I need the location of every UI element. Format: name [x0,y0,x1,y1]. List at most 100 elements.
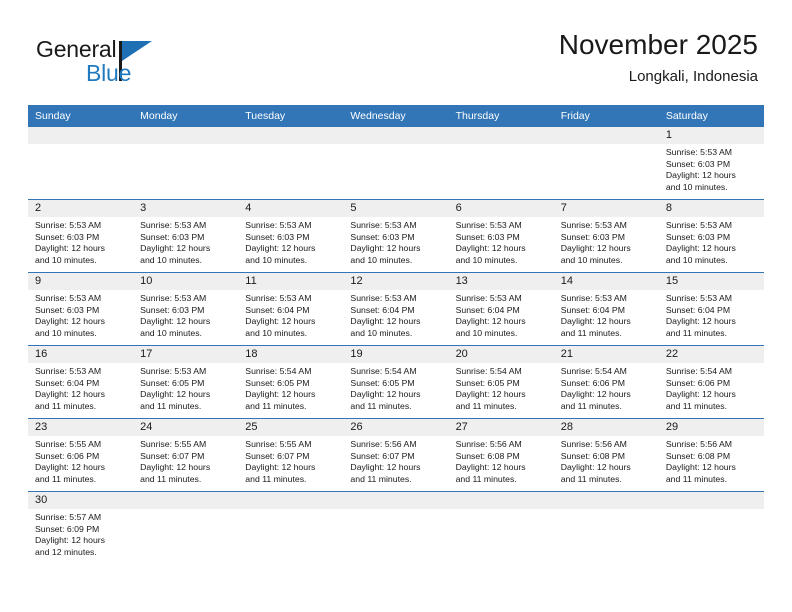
day-detail-daylight1: Daylight: 12 hours [560,316,631,327]
general-blue-logo: General Blue [36,36,166,90]
calendar-day-cell[interactable]: 18 Sunrise: 5:54 AM Sunset: 6:05 PM Dayligh… [238,345,344,419]
calendar-day-cell[interactable]: 22 Sunrise: 5:54 AM Sunset: 6:06 PM Dayligh… [658,345,764,419]
day-number [448,127,554,144]
calendar-day-cell[interactable]: 4 Sunrise: 5:53 AM Sunset: 6:03 PM Daylight… [238,199,344,273]
day-cell-inner [553,127,659,199]
calendar-day-cell[interactable]: 14 Sunrise: 5:53 AM Sunset: 6:04 PM Dayligh… [553,272,659,346]
day-detail-sunset: Sunset: 6:03 PM [140,231,205,242]
day-detail-sunrise: Sunrise: 5:53 AM [140,220,207,230]
day-detail-daylight2: and 11 minutes. [560,473,622,484]
day-number [133,492,239,509]
day-detail-daylight2: and 11 minutes. [665,400,728,411]
day-number [28,127,134,144]
day-detail-sunrise: Sunrise: 5:54 AM [245,366,312,376]
calendar-day-cell[interactable]: 11 Sunrise: 5:53 AM Sunset: 6:04 PM Dayligh… [238,272,344,346]
day-detail-sunrise: Sunrise: 5:53 AM [35,366,102,376]
day-details: Sunrise: 5:53 AM Sunset: 6:03 PM Daylight:… [238,217,343,266]
calendar-day-cell[interactable]: 28 Sunrise: 5:56 AM Sunset: 6:08 PM Dayligh… [553,418,659,492]
day-detail-daylight1: Daylight: 12 hours [455,316,526,327]
day-number: 18 [238,346,344,363]
day-detail-sunrise: Sunrise: 5:53 AM [665,220,733,230]
day-detail-daylight2: and 10 minutes. [665,181,728,192]
day-number: 2 [28,200,134,217]
calendar-day-cell[interactable]: 19 Sunrise: 5:54 AM Sunset: 6:05 PM Dayligh… [343,345,449,419]
calendar-day-cell[interactable]: 20 Sunrise: 5:54 AM Sunset: 6:05 PM Dayligh… [448,345,554,419]
day-number: 20 [448,346,554,363]
day-detail-sunset: Sunset: 6:05 PM [245,377,310,388]
calendar-day-cell[interactable]: 6 Sunrise: 5:53 AM Sunset: 6:03 PM Daylight… [448,199,554,273]
day-detail-sunset: Sunset: 6:04 PM [560,304,625,315]
day-number: 27 [448,419,554,436]
day-details: Sunrise: 5:53 AM Sunset: 6:03 PM Daylight:… [659,144,764,193]
day-detail-sunrise: Sunrise: 5:53 AM [455,220,522,230]
day-detail-daylight2: and 11 minutes. [455,400,517,411]
day-detail-daylight1: Daylight: 12 hours [35,535,106,546]
day-detail-sunrise: Sunrise: 5:53 AM [35,293,102,303]
calendar-day-cell-empty [343,491,449,564]
calendar-day-cell[interactable]: 7 Sunrise: 5:53 AM Sunset: 6:03 PM Daylight… [553,199,659,273]
calendar-day-cell[interactable]: 23 Sunrise: 5:55 AM Sunset: 6:06 PM Dayligh… [28,418,134,492]
day-number: 11 [238,273,344,290]
weekday-header-friday: Friday [553,105,659,127]
day-detail-sunrise: Sunrise: 5:54 AM [560,366,627,376]
page-header: General Blue November 2025 Longkali, Ind… [0,0,792,104]
day-detail-daylight1: Daylight: 12 hours [35,389,106,400]
day-detail-daylight2: and 11 minutes. [665,473,728,484]
calendar-day-cell[interactable]: 10 Sunrise: 5:53 AM Sunset: 6:03 PM Dayligh… [133,272,239,346]
calendar-header-row: Sunday Monday Tuesday Wednesday Thursday… [28,105,764,127]
day-detail-daylight1: Daylight: 12 hours [350,462,421,473]
calendar-day-cell[interactable]: 26 Sunrise: 5:56 AM Sunset: 6:07 PM Dayligh… [343,418,449,492]
day-detail-daylight2: and 10 minutes. [665,254,728,265]
calendar-day-cell[interactable]: 12 Sunrise: 5:53 AM Sunset: 6:04 PM Dayligh… [343,272,449,346]
day-detail-daylight2: and 11 minutes. [665,327,728,338]
calendar-day-cell[interactable]: 21 Sunrise: 5:54 AM Sunset: 6:06 PM Dayligh… [553,345,659,419]
calendar-day-cell-empty [133,127,239,200]
calendar-day-cell[interactable]: 9 Sunrise: 5:53 AM Sunset: 6:03 PM Daylight… [28,272,134,346]
calendar-day-cell[interactable]: 8 Sunrise: 5:53 AM Sunset: 6:03 PM Daylight… [658,199,764,273]
calendar-day-cell[interactable]: 17 Sunrise: 5:53 AM Sunset: 6:05 PM Dayligh… [133,345,239,419]
day-number [448,492,554,509]
day-detail-sunset: Sunset: 6:07 PM [350,450,415,461]
day-detail-daylight1: Daylight: 12 hours [665,462,736,473]
calendar-week-row: 9 Sunrise: 5:53 AM Sunset: 6:03 PM Daylight… [28,272,764,346]
calendar-day-cell[interactable]: 15 Sunrise: 5:53 AM Sunset: 6:04 PM Dayligh… [658,272,764,346]
day-number: 5 [343,200,449,217]
calendar-day-cell[interactable]: 25 Sunrise: 5:55 AM Sunset: 6:07 PM Dayligh… [238,418,344,492]
calendar-day-cell[interactable]: 27 Sunrise: 5:56 AM Sunset: 6:08 PM Dayligh… [448,418,554,492]
calendar-day-cell[interactable]: 30 Sunrise: 5:57 AM Sunset: 6:09 PM Dayligh… [28,491,134,564]
day-cell-inner: 29 Sunrise: 5:56 AM Sunset: 6:08 PM Dayligh… [658,419,764,491]
calendar-day-cell[interactable]: 16 Sunrise: 5:53 AM Sunset: 6:04 PM Dayligh… [28,345,134,419]
calendar-day-cell[interactable]: 13 Sunrise: 5:53 AM Sunset: 6:04 PM Dayligh… [448,272,554,346]
calendar-day-cell[interactable]: 29 Sunrise: 5:56 AM Sunset: 6:08 PM Dayligh… [658,418,764,492]
day-detail-sunrise: Sunrise: 5:53 AM [245,220,312,230]
calendar-day-cell-empty [448,491,554,564]
day-detail-sunset: Sunset: 6:03 PM [35,231,100,242]
calendar-day-cell[interactable]: 5 Sunrise: 5:53 AM Sunset: 6:03 PM Daylight… [343,199,449,273]
calendar-table: Sunday Monday Tuesday Wednesday Thursday… [28,105,764,564]
day-detail-daylight2: and 11 minutes. [245,473,307,484]
day-detail-daylight2: and 12 minutes. [35,546,97,557]
day-detail-daylight1: Daylight: 12 hours [560,462,631,473]
day-cell-inner [448,127,554,199]
day-cell-inner: 4 Sunrise: 5:53 AM Sunset: 6:03 PM Daylight… [238,200,344,272]
day-detail-daylight2: and 11 minutes. [140,473,202,484]
calendar-day-cell[interactable]: 2 Sunrise: 5:53 AM Sunset: 6:03 PM Daylight… [28,199,134,273]
day-detail-sunrise: Sunrise: 5:56 AM [665,439,733,449]
calendar-day-cell[interactable]: 3 Sunrise: 5:53 AM Sunset: 6:03 PM Daylight… [133,199,239,273]
day-detail-sunset: Sunset: 6:05 PM [455,377,520,388]
day-number: 1 [658,127,764,144]
calendar-day-cell[interactable]: 24 Sunrise: 5:55 AM Sunset: 6:07 PM Dayligh… [133,418,239,492]
day-number: 26 [343,419,449,436]
flag-triangle-icon [122,41,152,61]
day-detail-daylight2: and 11 minutes. [560,327,622,338]
day-detail-sunrise: Sunrise: 5:56 AM [560,439,627,449]
day-cell-inner: 8 Sunrise: 5:53 AM Sunset: 6:03 PM Daylight… [658,200,764,272]
day-detail-daylight1: Daylight: 12 hours [140,462,211,473]
calendar-week-row: 2 Sunrise: 5:53 AM Sunset: 6:03 PM Daylight… [28,199,764,273]
day-detail-daylight2: and 11 minutes. [350,400,412,411]
calendar-day-cell[interactable]: 1 Sunrise: 5:53 AM Sunset: 6:03 PM Daylight… [658,127,764,200]
day-number: 28 [553,419,659,436]
day-detail-daylight2: and 11 minutes. [35,400,97,411]
day-cell-inner: 10 Sunrise: 5:53 AM Sunset: 6:03 PM Dayligh… [133,273,239,345]
day-cell-inner: 12 Sunrise: 5:53 AM Sunset: 6:04 PM Dayligh… [343,273,449,345]
